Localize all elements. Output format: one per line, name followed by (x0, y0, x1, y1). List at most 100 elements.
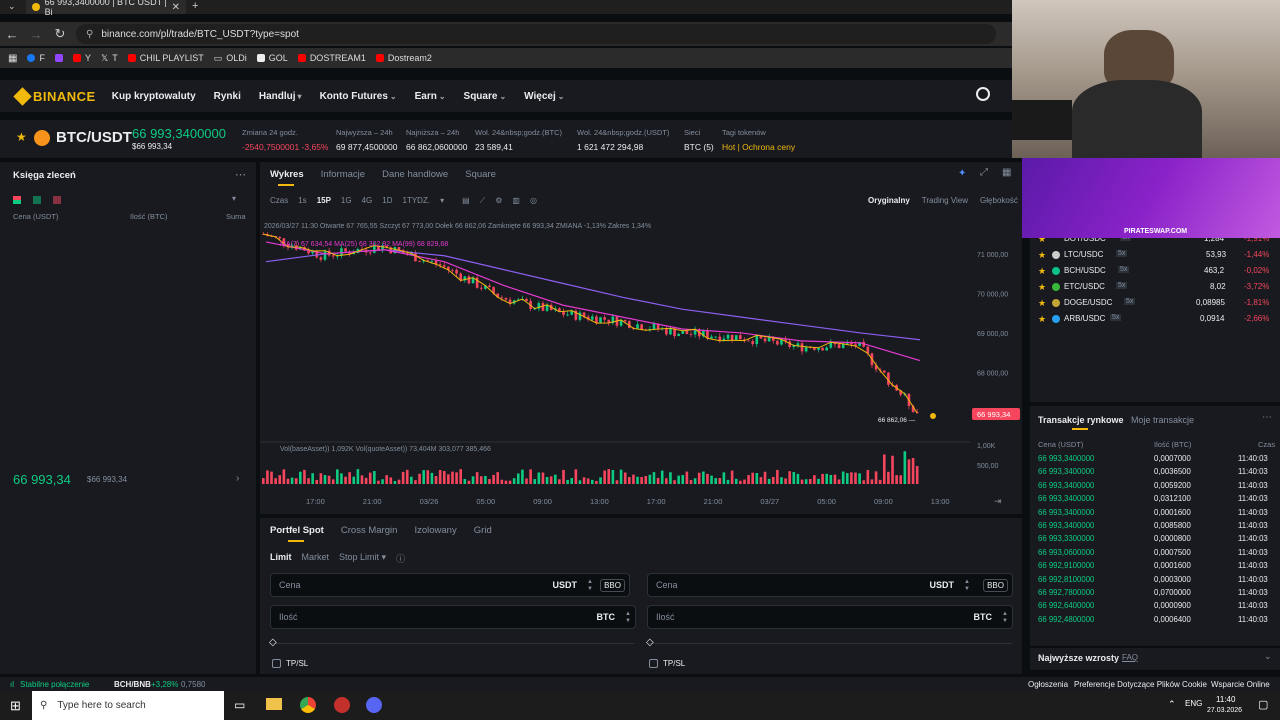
expand-icon[interactable]: ⤢ (980, 167, 988, 178)
layout-icon[interactable]: ▥ (512, 196, 520, 206)
clock-time[interactable]: 11:40 (1216, 695, 1235, 704)
indicator-icon[interactable]: ▤ (462, 196, 470, 206)
draw-icon[interactable]: ⟋ (480, 196, 486, 206)
sell-price-input[interactable]: Cena USDT BBO ▲ ▼ (647, 573, 1013, 597)
market-row[interactable]: ★ LTC/USDC 5x 53,93 -1,44% (1030, 250, 1280, 264)
interval-15m[interactable]: 15P (317, 196, 331, 206)
tab-chart[interactable]: Wykres (270, 169, 304, 180)
buy-tpsl-checkbox[interactable] (272, 659, 281, 668)
sell-qty-input[interactable]: Ilość BTC ▲ ▼ (647, 605, 1013, 629)
tab-info[interactable]: Informacje (321, 169, 365, 180)
book-asks-icon[interactable] (53, 196, 61, 204)
stepper-icon[interactable]: ▲ ▼ (964, 579, 970, 593)
pair-name[interactable]: BTC/USDT (56, 129, 132, 146)
task-view-icon[interactable]: ▭ (234, 698, 245, 712)
slider-handle-icon[interactable]: ◇ (269, 637, 277, 648)
search-icon[interactable] (976, 87, 990, 101)
market-row[interactable]: ★ BCH/USDC 5x 463,2 -0,02% (1030, 266, 1280, 280)
browser-tab[interactable]: 66 993,3400000 | BTC USDT | Bi ✕ (26, 0, 186, 17)
interval-dropdown-icon[interactable]: ▾ (440, 196, 444, 206)
type-market[interactable]: Market (302, 552, 330, 565)
tab-square[interactable]: Square (465, 169, 496, 180)
stepper-icon[interactable]: ▲ ▼ (1002, 611, 1008, 625)
bookmark-x[interactable]: 𝕏T (101, 53, 118, 64)
favorite-star-icon[interactable]: ★ (1038, 282, 1046, 293)
bookmark-oldi[interactable]: ▭ OLDi (214, 53, 247, 64)
bbo-button[interactable]: BBO (600, 578, 625, 592)
bbo-button[interactable]: BBO (983, 578, 1008, 592)
type-limit[interactable]: Limit (270, 552, 292, 565)
bookmark-dostream2[interactable]: Dostream2 (375, 53, 432, 63)
favorite-star-icon[interactable]: ★ (1038, 298, 1046, 309)
tab-isolated[interactable]: Izolowany (414, 525, 456, 536)
nav-square[interactable]: Square ⌄ (464, 91, 507, 102)
favorite-star-icon[interactable]: ★ (1038, 266, 1046, 277)
view-depth[interactable]: Głębokość (980, 196, 1018, 205)
nav-earn[interactable]: Earn ⌄ (415, 91, 446, 102)
close-tab-icon[interactable]: ✕ (172, 2, 180, 13)
online-support-link[interactable]: Wsparcie Online (1211, 680, 1270, 689)
status-ticker[interactable]: BCH/BNB (114, 680, 151, 689)
gainers-title[interactable]: Najwyższe wzrosty (1038, 653, 1119, 663)
favorite-star-icon[interactable]: ★ (1038, 314, 1046, 325)
book-bids-icon[interactable] (33, 196, 41, 204)
precision-dropdown-icon[interactable]: ▾ (232, 194, 236, 203)
clock-date[interactable]: 27.03.2026 (1207, 707, 1242, 714)
chevron-right-icon[interactable]: › (236, 473, 239, 484)
target-icon[interactable]: ◎ (530, 196, 537, 206)
notification-icon[interactable]: ▢ (1258, 698, 1268, 711)
slider-handle-icon[interactable]: ◇ (646, 637, 654, 648)
discord-icon[interactable] (366, 697, 382, 713)
forward-icon[interactable]: → (24, 27, 48, 42)
bookmark-youtube[interactable]: Y (72, 53, 91, 63)
stepper-icon[interactable]: ▲ ▼ (625, 611, 631, 625)
interval-4h[interactable]: 4G (362, 196, 373, 206)
file-explorer-icon[interactable] (266, 698, 282, 710)
reload-icon[interactable]: ↻ (48, 26, 72, 42)
apps-icon[interactable]: ▦ (8, 53, 17, 64)
scroll-end-icon[interactable]: ⇥ (994, 496, 1002, 506)
tab-my-trades[interactable]: Moje transakcje (1131, 415, 1194, 425)
nav-futures[interactable]: Konto Futures ⌄ (320, 91, 397, 102)
nav-markets[interactable]: Rynki (214, 91, 241, 102)
windows-start-icon[interactable]: ⊞ (10, 698, 21, 714)
market-row[interactable]: ★ DOGE/USDC 5x 0,08985 -1,81% (1030, 298, 1280, 312)
tab-market-trades[interactable]: Transakcje rynkowe (1038, 415, 1124, 425)
announcements-link[interactable]: Ogłoszenia (1028, 680, 1068, 689)
interval-1w[interactable]: 1TYDZ. (403, 196, 431, 206)
language-indicator[interactable]: ENG (1185, 699, 1202, 708)
favorite-star-icon[interactable]: ★ (16, 130, 27, 144)
tray-chevron-icon[interactable]: ⌃ (1168, 699, 1176, 710)
nav-trade[interactable]: Handluj ▾ (259, 91, 302, 102)
sell-tpsl-checkbox[interactable] (649, 659, 658, 668)
book-both-icon[interactable] (13, 196, 21, 204)
bookmark-gol[interactable]: GOL (256, 53, 288, 63)
interval-1s[interactable]: 1s (298, 196, 306, 206)
candlestick-chart[interactable]: 2026/03/27 11:30 Otwarte 67 765,55 Szczy… (260, 214, 1022, 514)
back-icon[interactable]: ← (0, 27, 24, 42)
bookmark-dostream1[interactable]: DOSTREAM1 (297, 53, 366, 63)
tab-list-icon[interactable]: ⌄ (8, 1, 16, 12)
bookmark-twitch[interactable] (54, 54, 63, 62)
taskbar-search-input[interactable]: ⚲ Type here to search (32, 691, 224, 720)
tab-cross-margin[interactable]: Cross Margin (341, 525, 398, 536)
more-icon[interactable]: ⋯ (235, 168, 246, 181)
settings-icon[interactable]: ⚙ (495, 196, 502, 206)
view-original[interactable]: Oryginalny (868, 196, 910, 205)
bookmark-chil-playlist[interactable]: CHIL PLAYLIST (127, 53, 204, 63)
tab-grid[interactable]: Grid (474, 525, 492, 536)
type-stop-limit[interactable]: Stop Limit ▾ (339, 552, 386, 565)
bookmark-facebook[interactable]: F (27, 53, 45, 63)
nav-more[interactable]: Więcej ⌄ (524, 91, 564, 102)
chevron-down-icon[interactable]: ⌄ (1264, 651, 1272, 662)
tab-spot[interactable]: Portfel Spot (270, 525, 324, 536)
cookie-preferences-link[interactable]: Preferencje Dotyczące Plików Cookie (1074, 680, 1207, 689)
stepper-icon[interactable]: ▲ ▼ (587, 579, 593, 593)
market-row[interactable]: ★ ETC/USDC 5x 8,02 -3,72% (1030, 282, 1280, 296)
nav-buy-crypto[interactable]: Kup kryptowaluty (112, 91, 196, 102)
grid-icon[interactable]: ▦ (1002, 167, 1011, 178)
binance-logo[interactable]: BINANCE (13, 86, 96, 106)
interval-1h[interactable]: 1G (341, 196, 352, 206)
info-icon[interactable]: ⓘ (396, 552, 405, 565)
buy-price-input[interactable]: Cena USDT BBO ▲ ▼ (270, 573, 630, 597)
